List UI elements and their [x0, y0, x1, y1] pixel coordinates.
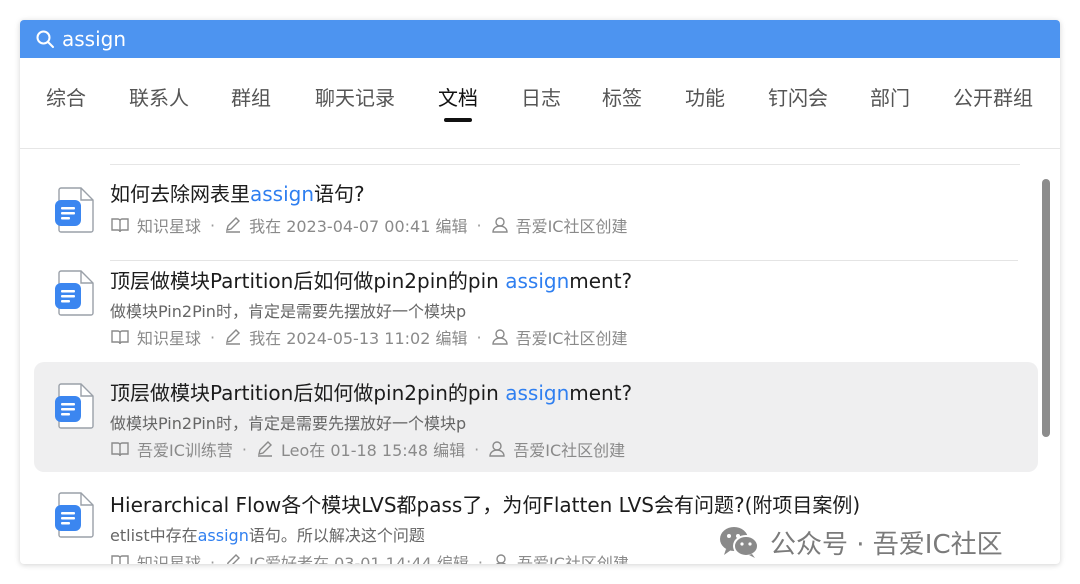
search-input[interactable]: [62, 25, 1022, 53]
tab-departments[interactable]: 部门: [870, 80, 910, 116]
title-highlight: assign: [250, 182, 315, 206]
user-icon: [491, 329, 508, 345]
edit-info: Leo在 01-18 15:48 编辑: [281, 441, 466, 460]
title-text-end: ment?: [569, 269, 633, 293]
result-snippet: 做模块Pin2Pin时，肯定是需要先摆放好一个模块p: [110, 302, 467, 321]
book-icon: [111, 218, 129, 233]
pencil-icon: [226, 217, 241, 233]
title-text: Hierarchical Flow各个模块LVS都pass了，为何Flatten…: [110, 493, 861, 517]
result-title: 顶层做模块Partition后如何做pin2pin的pin assignment…: [110, 377, 632, 406]
tab-tags[interactable]: 标签: [602, 80, 642, 116]
result-title: 顶层做模块Partition后如何做pin2pin的pin assignment…: [110, 265, 632, 294]
result-meta: 吾爱IC训练营 · Leo在 01-18 15:48 编辑 · 吾爱IC社区创建: [110, 437, 625, 461]
edit-info: 我在 2024-05-13 11:02 编辑: [249, 329, 468, 348]
separator: ·: [477, 552, 483, 565]
tab-functions[interactable]: 功能: [685, 80, 725, 116]
document-icon: [55, 383, 94, 429]
separator: ·: [210, 552, 216, 565]
tab-documents[interactable]: 文档: [438, 80, 478, 116]
creator: 吾爱IC社区创建: [515, 329, 628, 348]
space-name: 吾爱IC训练营: [137, 441, 233, 460]
book-icon: [111, 330, 129, 345]
user-icon: [491, 217, 508, 233]
creator: 吾爱IC社区创建: [516, 554, 629, 564]
wechat-icon: [720, 527, 759, 558]
watermark: 公众号 · 吾爱IC社区: [718, 522, 1003, 562]
document-icon: [55, 270, 94, 316]
results-list: 如何去除网表里assign语句? 知识星球 · 我在 2023-04-07 00…: [20, 149, 1040, 564]
book-icon: [111, 442, 129, 457]
result-title: Hierarchical Flow各个模块LVS都pass了，为何Flatten…: [110, 489, 860, 518]
user-icon: [495, 554, 506, 564]
title-text: 顶层做模块Partition后如何做pin2pin的pin: [110, 269, 506, 293]
result-meta: 知识星球 · 我在 2024-05-13 11:02 编辑 · 吾爱IC社区创建: [110, 325, 627, 349]
tab-logs[interactable]: 日志: [521, 80, 561, 116]
edit-info: IC爱好者在 03-01 14:44 编辑: [249, 554, 469, 564]
result-meta: 知识星球 · 我在 2023-04-07 00:41 编辑 · 吾爱IC社区创建: [110, 213, 627, 237]
title-text-end: 语句?: [314, 182, 365, 206]
title-highlight: assign: [505, 269, 570, 293]
pencil-icon: [226, 329, 241, 345]
pencil-icon: [258, 441, 272, 457]
title-text: 顶层做模块Partition后如何做pin2pin的pin: [110, 381, 506, 405]
creator: 吾爱IC社区创建: [515, 217, 628, 236]
book-icon: [111, 555, 129, 564]
separator: ·: [210, 215, 216, 235]
result-snippet: 做模块Pin2Pin时，肯定是需要先摆放好一个模块p: [110, 414, 467, 433]
tab-chat-records[interactable]: 聊天记录: [315, 80, 395, 116]
title-highlight: assign: [505, 381, 570, 405]
user-icon: [489, 441, 505, 457]
tab-all[interactable]: 综合: [46, 80, 86, 116]
separator: ·: [474, 439, 480, 459]
result-item[interactable]: 顶层做模块Partition后如何做pin2pin的pin assignment…: [34, 247, 1038, 353]
document-icon: [55, 492, 94, 538]
separator: ·: [476, 327, 482, 347]
edit-info: 我在 2023-04-07 00:41 编辑: [249, 217, 468, 236]
result-title: 如何去除网表里assign语句?: [110, 178, 365, 207]
search-bar: [20, 20, 1060, 58]
scrollbar-thumb[interactable]: [1042, 179, 1050, 437]
snippet-highlight: assign: [197, 526, 249, 545]
watermark-text: 公众号 · 吾爱IC社区: [770, 529, 1003, 560]
category-tabs: 综合 联系人 群组 聊天记录 文档 日志 标签 功能 钉闪会 部门 公开群组: [20, 58, 1060, 149]
tab-public-groups[interactable]: 公开群组: [953, 80, 1033, 116]
separator: ·: [210, 327, 216, 347]
tab-groups[interactable]: 群组: [231, 80, 271, 116]
separator: ·: [241, 439, 247, 459]
tab-contacts[interactable]: 联系人: [129, 80, 189, 116]
pencil-icon: [227, 554, 241, 564]
creator: 吾爱IC社区创建: [513, 441, 626, 460]
space-name: 知识星球: [137, 329, 202, 348]
space-name: 知识星球: [137, 554, 202, 564]
result-snippet: etlist中存在assign语句。所以解决这个问题: [110, 522, 425, 546]
document-icon: [55, 187, 94, 233]
snippet-text: etlist中存在: [110, 526, 198, 545]
divider: [110, 164, 1020, 165]
space-name: 知识星球: [137, 217, 202, 236]
tab-flash-meeting[interactable]: 钉闪会: [768, 80, 828, 116]
result-meta: 知识星球 · IC爱好者在 03-01 14:44 编辑 · 吾爱IC社区创建: [110, 550, 629, 564]
result-item-selected[interactable]: 顶层做模块Partition后如何做pin2pin的pin assignment…: [34, 362, 1038, 472]
search-panel: 综合 联系人 群组 聊天记录 文档 日志 标签 功能 钉闪会 部门 公开群组 如…: [20, 20, 1060, 564]
search-icon: [36, 30, 54, 48]
title-text-end: ment?: [569, 381, 633, 405]
title-text: 如何去除网表里: [110, 182, 250, 206]
snippet-text-end: 语句。所以解决这个问题: [248, 526, 425, 545]
separator: ·: [476, 215, 482, 235]
